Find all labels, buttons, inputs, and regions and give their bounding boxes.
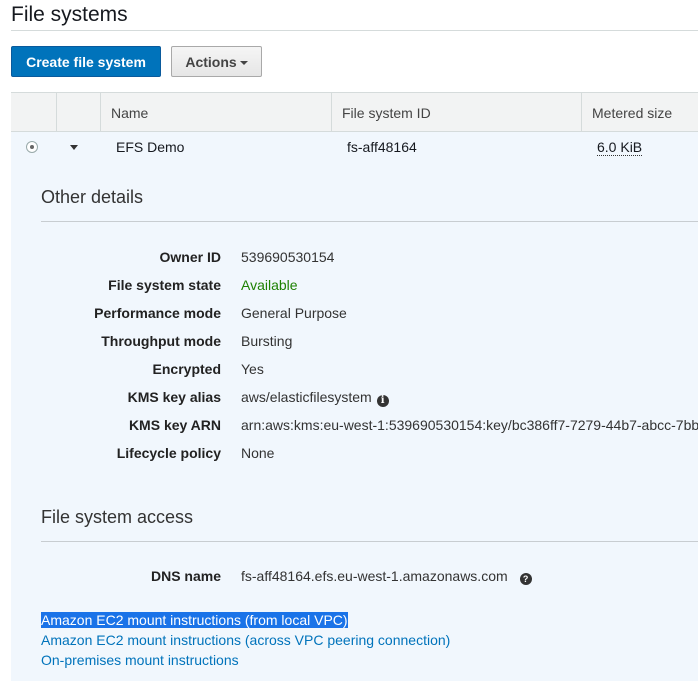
caret-down-icon	[239, 60, 248, 65]
file-system-access-divider	[41, 541, 698, 542]
file-system-state-label: File system state	[108, 277, 221, 293]
page-title: File systems	[11, 3, 128, 26]
encrypted-value: Yes	[241, 361, 264, 377]
owner-id-value: 539690530154	[241, 249, 335, 265]
actions-label: Actions	[185, 53, 237, 70]
table-header: Name File system ID Metered size	[11, 92, 698, 133]
row-file-system-id: fs-aff48164	[347, 139, 417, 155]
table-row[interactable]: EFS Demo fs-aff48164 6.0 KiB	[11, 132, 698, 162]
kms-key-alias-label: KMS key alias	[127, 389, 221, 405]
file-system-access-title: File system access	[41, 507, 194, 527]
column-header-select	[11, 93, 56, 133]
performance-mode-value: General Purpose	[241, 305, 347, 321]
dns-name-value: fs-aff48164.efs.eu-west-1.amazonaws.com	[241, 568, 508, 584]
owner-id-label: Owner ID	[159, 249, 221, 265]
performance-mode-label: Performance mode	[94, 305, 221, 321]
column-header-metered-size[interactable]: Metered size	[581, 93, 698, 133]
kms-key-arn-value: arn:aws:kms:eu-west-1:539690530154:key/b…	[241, 417, 698, 433]
dns-name-row: fs-aff48164.efs.eu-west-1.amazonaws.com?	[241, 568, 532, 585]
dns-name-label: DNS name	[150, 568, 221, 584]
encrypted-label: Encrypted	[152, 361, 221, 377]
other-details-title: Other details	[41, 187, 144, 207]
file-system-state-value: Available	[241, 277, 298, 293]
title-divider	[11, 30, 698, 31]
column-header-expand	[56, 93, 100, 133]
info-icon[interactable]: i	[376, 395, 389, 407]
lifecycle-policy-value: None	[241, 445, 275, 461]
lifecycle-policy-label: Lifecycle policy	[116, 445, 221, 461]
help-icon[interactable]: ?	[519, 573, 532, 585]
create-file-system-button[interactable]: Create file system	[11, 46, 161, 77]
ec2-mount-vpc-peering-link[interactable]: Amazon EC2 mount instructions (across VP…	[41, 632, 450, 648]
kms-key-alias-value: aws/elasticfilesystem	[241, 389, 372, 405]
throughput-mode-label: Throughput mode	[101, 333, 221, 349]
ec2-mount-local-vpc-link[interactable]: Amazon EC2 mount instructions (from loca…	[41, 612, 348, 628]
throughput-mode-value: Bursting	[241, 333, 293, 349]
kms-key-alias-row: aws/elasticfilesystem i	[241, 389, 389, 407]
details-panel: Other details Owner ID 539690530154 File…	[11, 162, 698, 681]
caret-down-icon[interactable]	[70, 145, 78, 150]
on-premises-mount-link[interactable]: On-premises mount instructions	[41, 652, 239, 668]
column-header-file-system-id[interactable]: File system ID	[331, 93, 581, 133]
row-select-radio[interactable]	[26, 141, 38, 153]
kms-key-arn-label: KMS key ARN	[128, 417, 221, 433]
column-header-name[interactable]: Name	[100, 93, 331, 133]
row-name: EFS Demo	[116, 139, 185, 155]
other-details-divider	[41, 221, 698, 222]
actions-dropdown-button[interactable]: Actions	[171, 46, 262, 77]
row-metered-size[interactable]: 6.0 KiB	[597, 138, 643, 156]
